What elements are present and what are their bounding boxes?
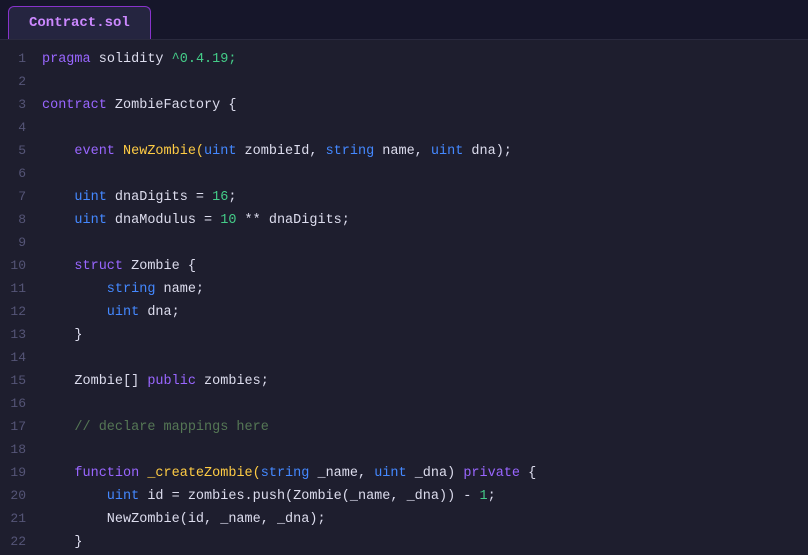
line-number: 17 bbox=[0, 416, 42, 438]
line-number: 19 bbox=[0, 462, 42, 484]
line-number: 14 bbox=[0, 347, 42, 369]
code-line: 17 // declare mappings here bbox=[0, 416, 808, 439]
line-number: 15 bbox=[0, 370, 42, 392]
line-number: 11 bbox=[0, 278, 42, 300]
code-line: 18 bbox=[0, 439, 808, 462]
line-content: event NewZombie(uint zombieId, string na… bbox=[42, 141, 512, 163]
line-content bbox=[42, 233, 50, 255]
code-line: 3contract ZombieFactory { bbox=[0, 94, 808, 117]
line-number: 9 bbox=[0, 232, 42, 254]
line-number: 2 bbox=[0, 71, 42, 93]
code-line: 19 function _createZombie(string _name, … bbox=[0, 462, 808, 485]
code-line: 2 bbox=[0, 71, 808, 94]
code-line: 22 } bbox=[0, 531, 808, 554]
line-content bbox=[42, 394, 50, 416]
code-line: 16 bbox=[0, 393, 808, 416]
code-line: 7 uint dnaDigits = 16; bbox=[0, 186, 808, 209]
line-number: 4 bbox=[0, 117, 42, 139]
tab-bar: Contract.sol bbox=[0, 0, 808, 40]
code-line: 21 NewZombie(id, _name, _dna); bbox=[0, 508, 808, 531]
code-line: 5 event NewZombie(uint zombieId, string … bbox=[0, 140, 808, 163]
code-line: 1pragma solidity ^0.4.19; bbox=[0, 48, 808, 71]
code-line: 11 string name; bbox=[0, 278, 808, 301]
line-content bbox=[42, 72, 50, 94]
line-content: uint dnaModulus = 10 ** dnaDigits; bbox=[42, 210, 350, 232]
line-content: } bbox=[42, 325, 83, 347]
line-number: 12 bbox=[0, 301, 42, 323]
code-line: 15 Zombie[] public zombies; bbox=[0, 370, 808, 393]
line-content bbox=[42, 118, 50, 140]
code-line: 14 bbox=[0, 347, 808, 370]
line-number: 20 bbox=[0, 485, 42, 507]
line-content: } bbox=[42, 532, 83, 554]
line-number: 13 bbox=[0, 324, 42, 346]
line-number: 3 bbox=[0, 94, 42, 116]
line-number: 18 bbox=[0, 439, 42, 461]
code-line: 10 struct Zombie { bbox=[0, 255, 808, 278]
line-content: // declare mappings here bbox=[42, 417, 269, 439]
line-number: 22 bbox=[0, 531, 42, 553]
code-line: 9 bbox=[0, 232, 808, 255]
line-content: Zombie[] public zombies; bbox=[42, 371, 269, 393]
line-number: 1 bbox=[0, 48, 42, 70]
line-content: function _createZombie(string _name, uin… bbox=[42, 463, 536, 485]
line-number: 16 bbox=[0, 393, 42, 415]
line-content: struct Zombie { bbox=[42, 256, 196, 278]
line-content: uint id = zombies.push(Zombie(_name, _dn… bbox=[42, 486, 496, 508]
code-line: 12 uint dna; bbox=[0, 301, 808, 324]
line-number: 6 bbox=[0, 163, 42, 185]
line-number: 7 bbox=[0, 186, 42, 208]
line-number: 5 bbox=[0, 140, 42, 162]
line-content: uint dnaDigits = 16; bbox=[42, 187, 236, 209]
code-line: 20 uint id = zombies.push(Zombie(_name, … bbox=[0, 485, 808, 508]
contract-sol-tab[interactable]: Contract.sol bbox=[8, 6, 151, 39]
editor-container: Contract.sol 1pragma solidity ^0.4.19;2 … bbox=[0, 0, 808, 555]
line-content: uint dna; bbox=[42, 302, 180, 324]
line-content: string name; bbox=[42, 279, 204, 301]
code-line: 8 uint dnaModulus = 10 ** dnaDigits; bbox=[0, 209, 808, 232]
code-area[interactable]: 1pragma solidity ^0.4.19;2 3contract Zom… bbox=[0, 40, 808, 555]
line-content bbox=[42, 164, 50, 186]
line-content bbox=[42, 440, 50, 462]
line-number: 8 bbox=[0, 209, 42, 231]
line-number: 21 bbox=[0, 508, 42, 530]
line-content bbox=[42, 348, 50, 370]
line-number: 10 bbox=[0, 255, 42, 277]
code-line: 6 bbox=[0, 163, 808, 186]
line-content: NewZombie(id, _name, _dna); bbox=[42, 509, 326, 531]
code-line: 4 bbox=[0, 117, 808, 140]
line-content: contract ZombieFactory { bbox=[42, 95, 236, 117]
code-line: 13 } bbox=[0, 324, 808, 347]
line-content: pragma solidity ^0.4.19; bbox=[42, 49, 236, 71]
